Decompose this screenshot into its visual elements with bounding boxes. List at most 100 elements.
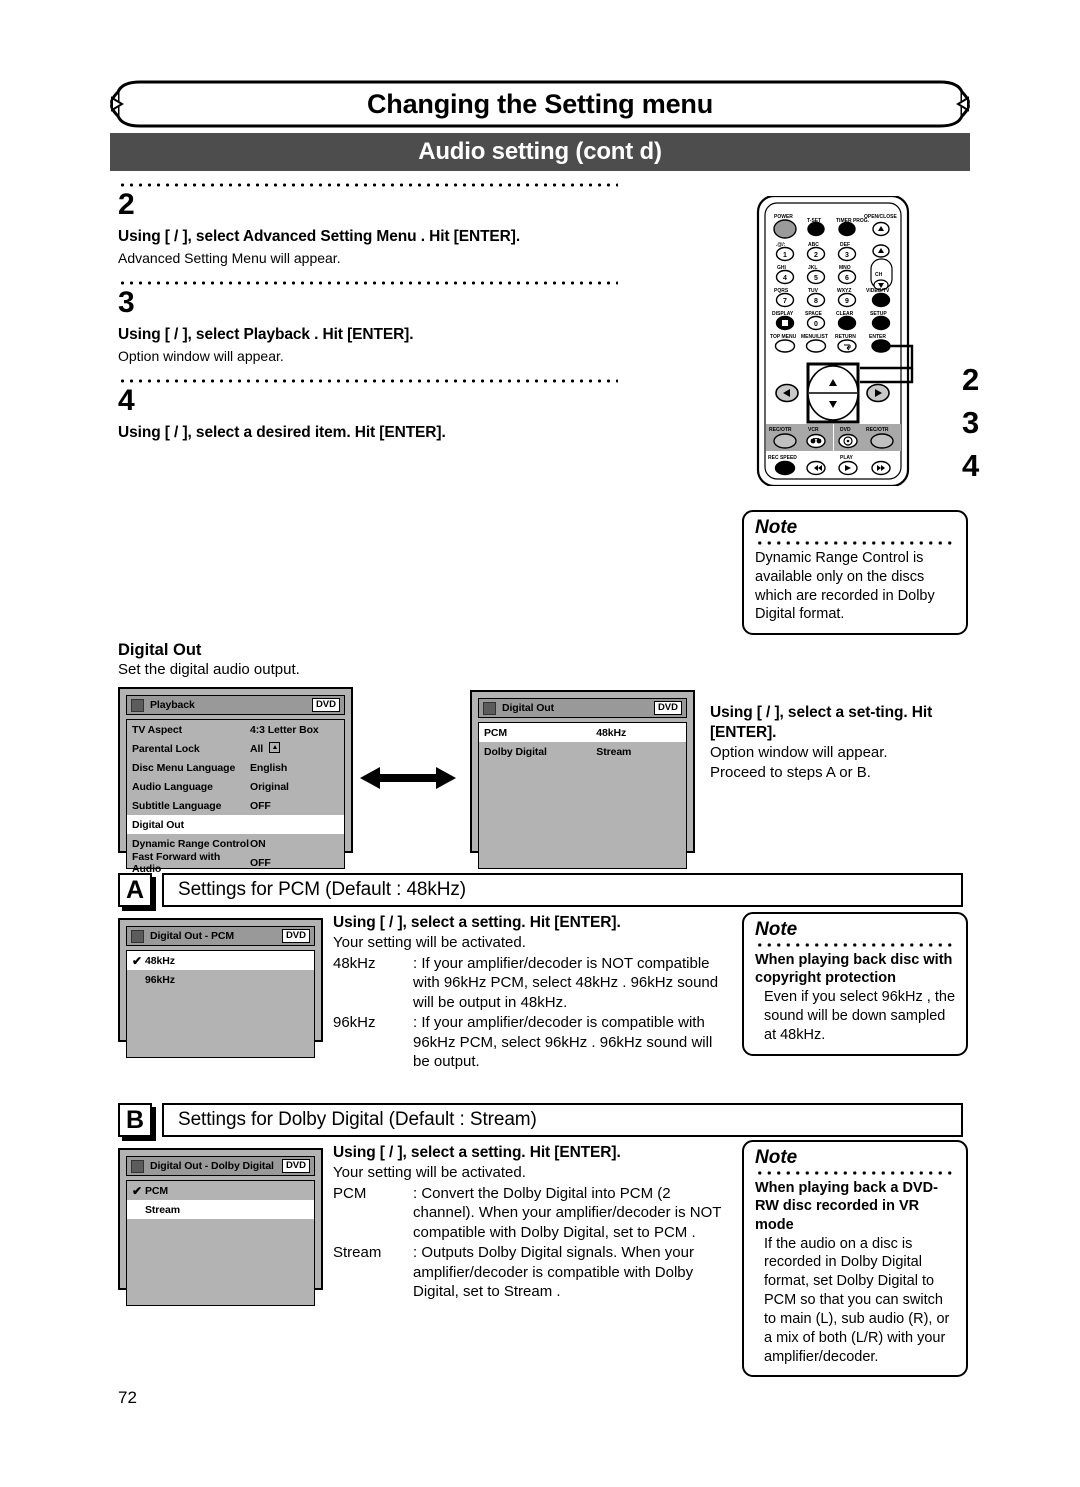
osd-row[interactable]: Dolby Digital Stream	[479, 742, 686, 761]
osd-row[interactable]: Disc Menu Language English	[127, 758, 344, 777]
svg-text:8: 8	[814, 298, 818, 305]
osd-row-selected[interactable]: PCM 48kHz	[479, 723, 686, 742]
svg-text:REC/OTR: REC/OTR	[866, 427, 889, 433]
row-label: 48kHz	[145, 954, 175, 967]
bidirectional-arrow	[358, 763, 458, 798]
svg-text:4: 4	[783, 275, 787, 282]
svg-text:TOP MENU: TOP MENU	[770, 334, 797, 340]
section-subtitle: Audio setting (cont d)	[110, 133, 970, 171]
digital-out-subtitle: Set the digital audio output.	[118, 660, 300, 678]
definition-term: 48kHz	[333, 954, 376, 972]
remote-callout-4: 4	[962, 448, 980, 483]
checkmark-icon: ✔	[132, 1183, 142, 1198]
page-number: 72	[118, 1388, 137, 1407]
svg-text:7: 7	[783, 298, 787, 305]
osd-row-selected[interactable]: Digital Out	[127, 815, 344, 834]
svg-text:9: 9	[845, 298, 849, 305]
note-box-dvd-rw-vr-mode: Note When playing back a DVD-RW disc rec…	[742, 1140, 968, 1378]
definition-row: 96kHz : If your amplifier/decoder is com…	[333, 1013, 733, 1072]
section-title: Settings for Dolby Digital (Default : St…	[162, 1103, 963, 1137]
row-value: Stream	[596, 745, 632, 758]
row-label: PCM	[145, 1184, 169, 1197]
row-label: TV Aspect	[132, 723, 183, 736]
step-number: 2	[118, 188, 135, 221]
osd-row[interactable]: Fast Forward with Audio OFF	[127, 851, 344, 875]
row-label: 96kHz	[145, 973, 175, 986]
digital-out-heading: Digital Out Set the digital audio output…	[118, 641, 300, 680]
osd-row[interactable]: Audio Language Original	[127, 777, 344, 796]
osd-row[interactable]: 96kHz	[127, 970, 314, 989]
disc-type-badge: DVD	[281, 1159, 310, 1173]
divider	[118, 281, 618, 286]
definition-desc: : If your amplifier/decoder is compatibl…	[413, 1014, 713, 1071]
step-instruction: Using [ / ], select Advanced Setting Men…	[118, 227, 521, 245]
definition-row: Stream : Outputs Dolby Digital signals. …	[333, 1243, 733, 1302]
remote-control-svg: .rl { font-family: "Liberation Sans", sa…	[756, 194, 914, 488]
instruction-line: Your setting will be activated.	[333, 1164, 526, 1182]
step-instruction: Using [ / ], select Playback . Hit [ENTE…	[118, 325, 414, 343]
section-letter: B	[118, 1103, 152, 1137]
parental-lock-icon	[269, 742, 281, 753]
svg-text:5: 5	[814, 275, 818, 282]
instruction-bold: Using [ / ], select a setting. Hit [ENTE…	[333, 914, 621, 931]
svg-text:3: 3	[845, 252, 849, 259]
osd-digital-out-pcm: Digital Out - PCM DVD ✔ 48kHz 96kHz	[118, 918, 323, 1058]
step-4: 4 Using [ / ], select a desired item. Hi…	[118, 379, 618, 443]
remote-control-diagram: .rl { font-family: "Liberation Sans", sa…	[752, 194, 967, 491]
osd-row[interactable]: Parental Lock All	[127, 739, 344, 758]
row-label: Audio Language	[132, 780, 213, 793]
osd-row-selected[interactable]: ✔ 48kHz	[127, 951, 314, 970]
svg-text:RETURN: RETURN	[835, 334, 856, 340]
definition-term: PCM	[333, 1184, 367, 1202]
section-title: Settings for PCM (Default : 48kHz)	[162, 873, 963, 907]
osd-digital-out-menu: Digital Out DVD PCM 48kHz Dolby Digital St…	[470, 690, 695, 869]
osd-row[interactable]: Subtitle Language OFF	[127, 796, 344, 815]
steps-list: 2 Using [ / ], select Advanced Setting M…	[118, 183, 618, 443]
note-heading: When playing back a DVD-RW disc recorded…	[755, 1179, 938, 1234]
divider	[755, 540, 955, 545]
menu-icon	[131, 1159, 144, 1173]
step-number: 4	[118, 384, 135, 418]
row-label: Dynamic Range Control	[132, 837, 249, 850]
svg-text:VIDEO/TV: VIDEO/TV	[866, 288, 890, 294]
svg-text:OPEN/CLOSE: OPEN/CLOSE	[864, 214, 897, 220]
osd-title-text: Digital Out	[502, 702, 554, 714]
osd-rows: ✔ PCM Stream	[126, 1180, 315, 1306]
instruction-line: Your setting will be activated.	[333, 934, 526, 952]
svg-text:CH: CH	[875, 272, 883, 278]
section-a-instructions: Using [ / ], select a setting. Hit [ENTE…	[333, 913, 733, 1072]
page-header-banner: Changing the Setting menu	[110, 78, 970, 130]
row-value: 48kHz	[596, 726, 627, 739]
svg-text:VCR: VCR	[808, 427, 819, 433]
manual-page: Changing the Setting menu Audio setting …	[0, 0, 1080, 1487]
osd-row-selected[interactable]: Stream	[127, 1200, 314, 1219]
svg-text:2: 2	[814, 252, 818, 259]
checkmark-icon: ✔	[132, 953, 142, 968]
osd-row[interactable]: ✔ PCM	[127, 1181, 314, 1200]
svg-text:0: 0	[814, 321, 818, 328]
disc-type-badge: DVD	[311, 698, 340, 712]
definition-row: PCM : Convert the Dolby Digital into PCM…	[333, 1184, 733, 1243]
row-label: Parental Lock	[132, 742, 200, 755]
section-b-header: B Settings for Dolby Digital (Default : …	[118, 1103, 963, 1141]
row-label: Dolby Digital	[484, 745, 547, 758]
osd-playback-menu: Playback DVD TV Aspect 4:3 Letter Box Par…	[118, 687, 353, 875]
row-label: Stream	[145, 1203, 181, 1216]
osd-title-text: Digital Out - PCM	[150, 930, 235, 942]
row-value: English	[250, 761, 288, 774]
osd-title-bar: Digital Out - PCM DVD	[126, 926, 315, 946]
svg-text:MENU/LIST: MENU/LIST	[801, 334, 828, 340]
osd-row[interactable]: TV Aspect 4:3 Letter Box	[127, 720, 344, 739]
note-label: Note	[755, 517, 798, 538]
row-value: OFF	[250, 856, 271, 869]
definition-desc: : Convert the Dolby Digital into PCM (2 …	[413, 1184, 722, 1241]
step-3: 3 Using [ / ], select Playback . Hit [EN…	[118, 281, 618, 365]
definition-desc: : If your amplifier/decoder is NOT compa…	[413, 954, 719, 1011]
instruction-select-setting: Using [ / ], select a set-ting. Hit [ENT…	[710, 703, 975, 782]
step-2: 2 Using [ / ], select Advanced Setting M…	[118, 183, 618, 267]
section-a-header: A Settings for PCM (Default : 48kHz)	[118, 873, 963, 911]
section-b-instructions: Using [ / ], select a setting. Hit [ENTE…	[333, 1143, 733, 1302]
osd-title-text: Playback	[150, 699, 195, 711]
row-value: All	[250, 742, 339, 755]
step-result: Advanced Setting Menu will appear.	[118, 249, 341, 266]
